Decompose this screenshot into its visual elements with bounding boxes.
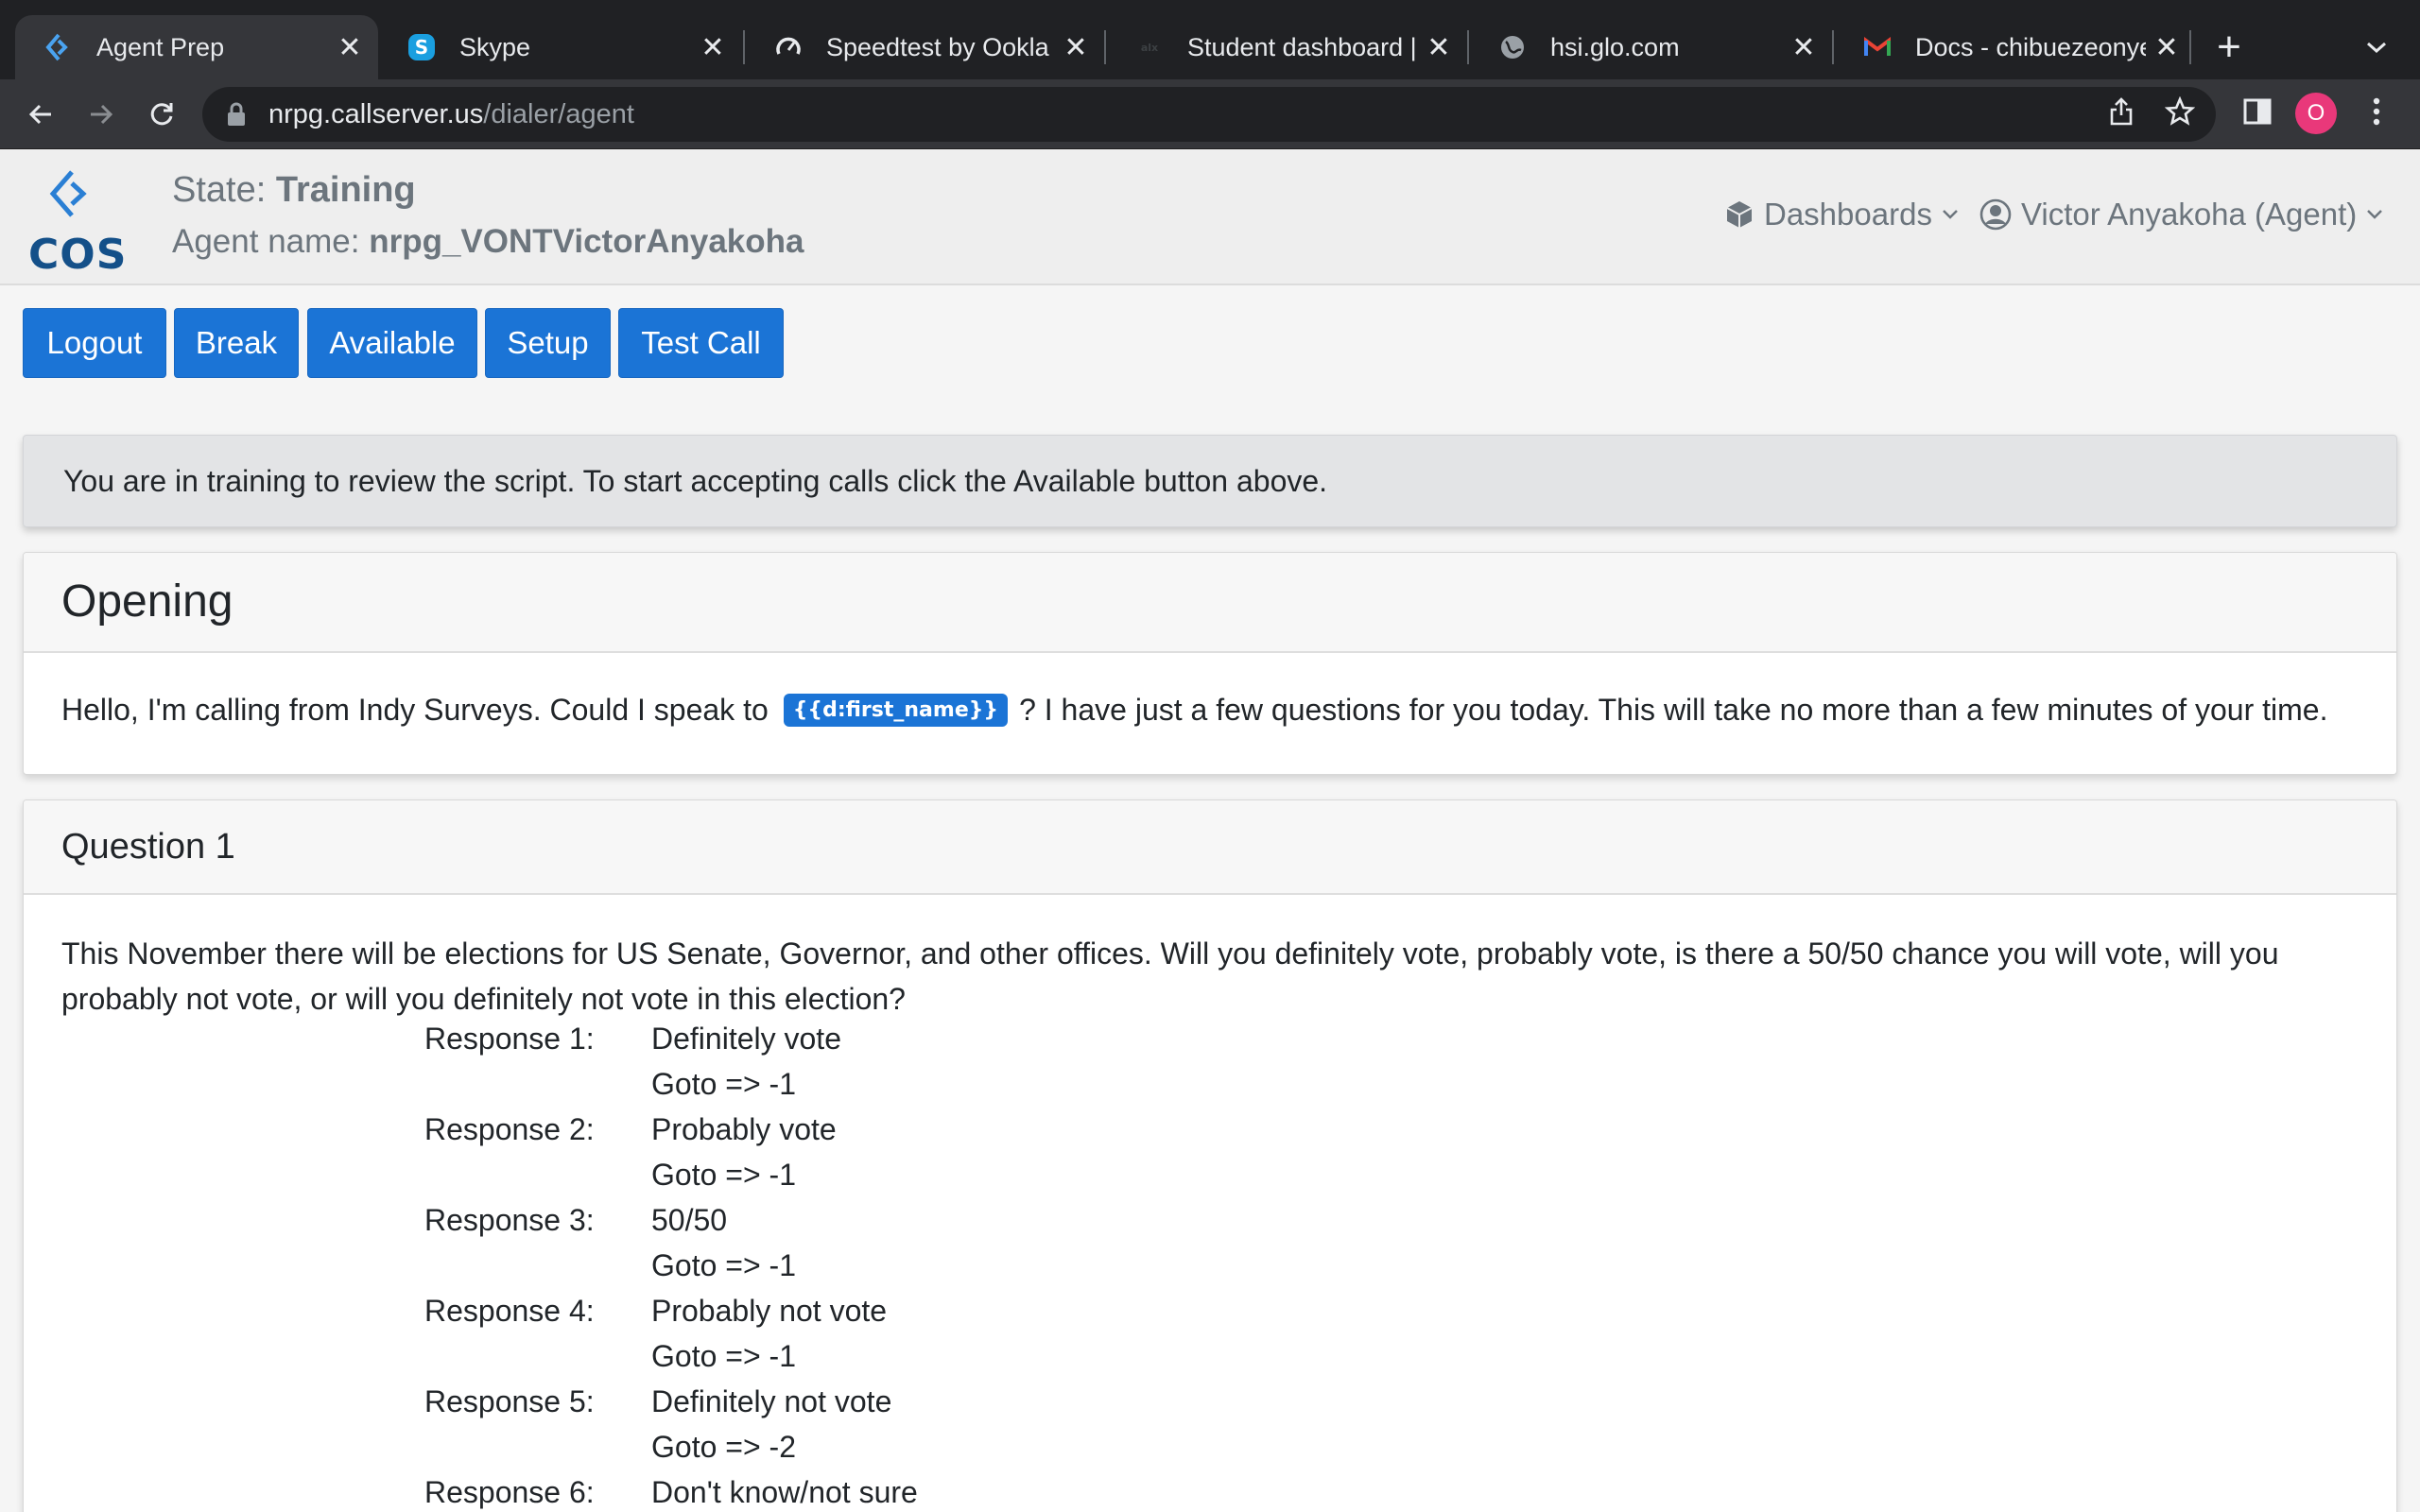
response-label: Response 3: — [424, 1203, 595, 1237]
kebab-menu-icon[interactable] — [2356, 91, 2397, 132]
forward-arrow-icon[interactable] — [78, 91, 125, 138]
logo-text: COS — [28, 231, 128, 279]
close-icon[interactable]: ✕ — [1055, 26, 1097, 68]
svg-text:S: S — [415, 36, 428, 59]
new-tab-plus-icon[interactable]: + — [2210, 23, 2248, 72]
agent-name-label: Agent name: — [172, 223, 360, 260]
response-label: Response 6: — [424, 1475, 595, 1509]
dashboards-label: Dashboards — [1764, 197, 1932, 232]
tab-skype[interactable]: S Skype ✕ — [378, 15, 741, 79]
profile-avatar[interactable]: O — [2295, 93, 2337, 134]
question-1-title: Question 1 — [61, 827, 235, 867]
url-host: nrpg.callserver.us — [268, 98, 484, 129]
skype-icon: S — [406, 32, 437, 62]
response-goto: Goto => -1 — [651, 1067, 796, 1101]
close-icon[interactable]: ✕ — [1418, 26, 1460, 68]
opening-text-after: ? I have just a few questions for you to… — [1019, 693, 2328, 727]
state-label: State: — [172, 170, 267, 210]
state-value: Training — [275, 170, 416, 210]
cos-logo[interactable]: COS — [26, 168, 126, 279]
url-path: /dialer/agent — [483, 98, 634, 129]
logout-button[interactable]: Logout — [23, 308, 166, 378]
gmail-icon — [1862, 32, 1893, 62]
opening-script: Hello, I'm calling from Indy Surveys. Co… — [61, 693, 2327, 728]
user-circle-icon — [1979, 198, 2012, 231]
available-button[interactable]: Available — [307, 308, 477, 378]
response-label: Response 5: — [424, 1384, 595, 1418]
agent-name: Agent name: nrpg_VONTVictorAnyakoha — [172, 223, 804, 261]
agent-state: State: Training — [172, 170, 416, 211]
response-label: Response 4: — [424, 1294, 595, 1328]
browser-toolbar: nrpg.callserver.us/dialer/agent O — [0, 79, 2420, 149]
response-goto: Goto => -1 — [651, 1248, 796, 1282]
training-alert: You are in training to review the script… — [23, 435, 2397, 527]
agent-name-value: nrpg_VONTVictorAnyakoha — [369, 223, 804, 260]
close-icon[interactable]: ✕ — [692, 26, 734, 68]
site-icon: alx — [1134, 32, 1165, 62]
tab-hsi-glo[interactable]: hsi.glo.com ✕ — [1469, 15, 1832, 79]
response-label: Response 2: — [424, 1112, 595, 1146]
chevron-down-icon — [1942, 209, 1959, 220]
opening-card: Opening Hello, I'm calling from Indy Sur… — [23, 552, 2397, 775]
tab-title: Docs - chibuezeonyen — [1915, 32, 2146, 61]
opening-title: Opening — [61, 576, 233, 627]
chevron-down-icon — [2366, 209, 2383, 220]
break-button[interactable]: Break — [174, 308, 299, 378]
cube-icon — [1724, 199, 1754, 230]
test-call-button[interactable]: Test Call — [618, 308, 784, 378]
tab-speedtest[interactable]: Speedtest by Ookla - T ✕ — [745, 15, 1104, 79]
tab-search-chevron-icon[interactable] — [2356, 26, 2397, 68]
response-answer: 50/50 — [651, 1203, 728, 1237]
bookmark-star-icon[interactable] — [2159, 91, 2201, 132]
back-arrow-icon[interactable] — [17, 91, 64, 138]
tab-title: Agent Prep — [96, 32, 225, 61]
response-goto: Goto => -1 — [651, 1158, 796, 1192]
address-bar[interactable]: nrpg.callserver.us/dialer/agent — [202, 87, 2216, 142]
alert-message: You are in training to review the script… — [63, 464, 1328, 498]
browser-tab-bar: Agent Prep ✕ S Skype ✕ Speedtest by Ookl… — [0, 0, 2420, 79]
opening-card-header: Opening — [24, 553, 2396, 653]
first-name-token: {{d:first_name}} — [783, 694, 1009, 727]
tab-title: Speedtest by Ookla - T — [826, 32, 1055, 61]
close-icon[interactable]: ✕ — [1783, 26, 1824, 68]
tab-title: hsi.glo.com — [1550, 32, 1680, 61]
cos-logo-icon — [49, 170, 87, 217]
question-1-text: This November there will be elections fo… — [61, 936, 2279, 1016]
globe-icon — [1497, 32, 1528, 62]
user-menu[interactable]: Victor Anyakoha (Agent) — [1979, 197, 2383, 232]
close-icon[interactable]: ✕ — [2146, 26, 2187, 68]
response-answer: Definitely not vote — [651, 1384, 892, 1418]
response-goto: Goto => -2 — [651, 1430, 796, 1464]
opening-text-before: Hello, I'm calling from Indy Surveys. Co… — [61, 693, 769, 727]
tab-title: Student dashboard | L — [1187, 32, 1418, 61]
tab-student-dashboard[interactable]: alx Student dashboard | L ✕ — [1106, 15, 1467, 79]
response-label: Response 1: — [424, 1022, 595, 1056]
response-answer: Definitely vote — [651, 1022, 841, 1056]
response-goto: Goto => -1 — [651, 1339, 796, 1373]
reload-icon[interactable] — [138, 91, 185, 138]
speedtest-icon — [773, 32, 804, 62]
tab-agent-prep[interactable]: Agent Prep ✕ — [15, 15, 378, 79]
response-answer: Don't know/not sure — [651, 1475, 918, 1509]
share-icon[interactable] — [2100, 91, 2142, 132]
question-1-card-header: Question 1 — [24, 800, 2396, 895]
tab-docs-gmail[interactable]: Docs - chibuezeonyen ✕ — [1834, 15, 2195, 79]
svg-text:alx: alx — [1141, 42, 1158, 54]
dashboards-menu[interactable]: Dashboards — [1724, 197, 1959, 232]
tab-title: Skype — [459, 32, 531, 61]
question-1-card: Question 1 This November there will be e… — [23, 799, 2397, 1512]
response-answer: Probably not vote — [651, 1294, 888, 1328]
setup-button[interactable]: Setup — [485, 308, 611, 378]
url-text[interactable]: nrpg.callserver.us/dialer/agent — [268, 99, 634, 130]
lock-icon[interactable] — [227, 102, 246, 127]
app-header: COS State: Training Agent name: nrpg_VON… — [0, 149, 2420, 285]
user-name-label: Victor Anyakoha (Agent) — [2021, 197, 2358, 232]
tab-divider — [2189, 30, 2191, 64]
app-logo-icon — [43, 32, 74, 62]
side-panel-icon[interactable] — [2237, 91, 2278, 132]
response-answer: Probably vote — [651, 1112, 837, 1146]
close-icon[interactable]: ✕ — [329, 26, 371, 68]
